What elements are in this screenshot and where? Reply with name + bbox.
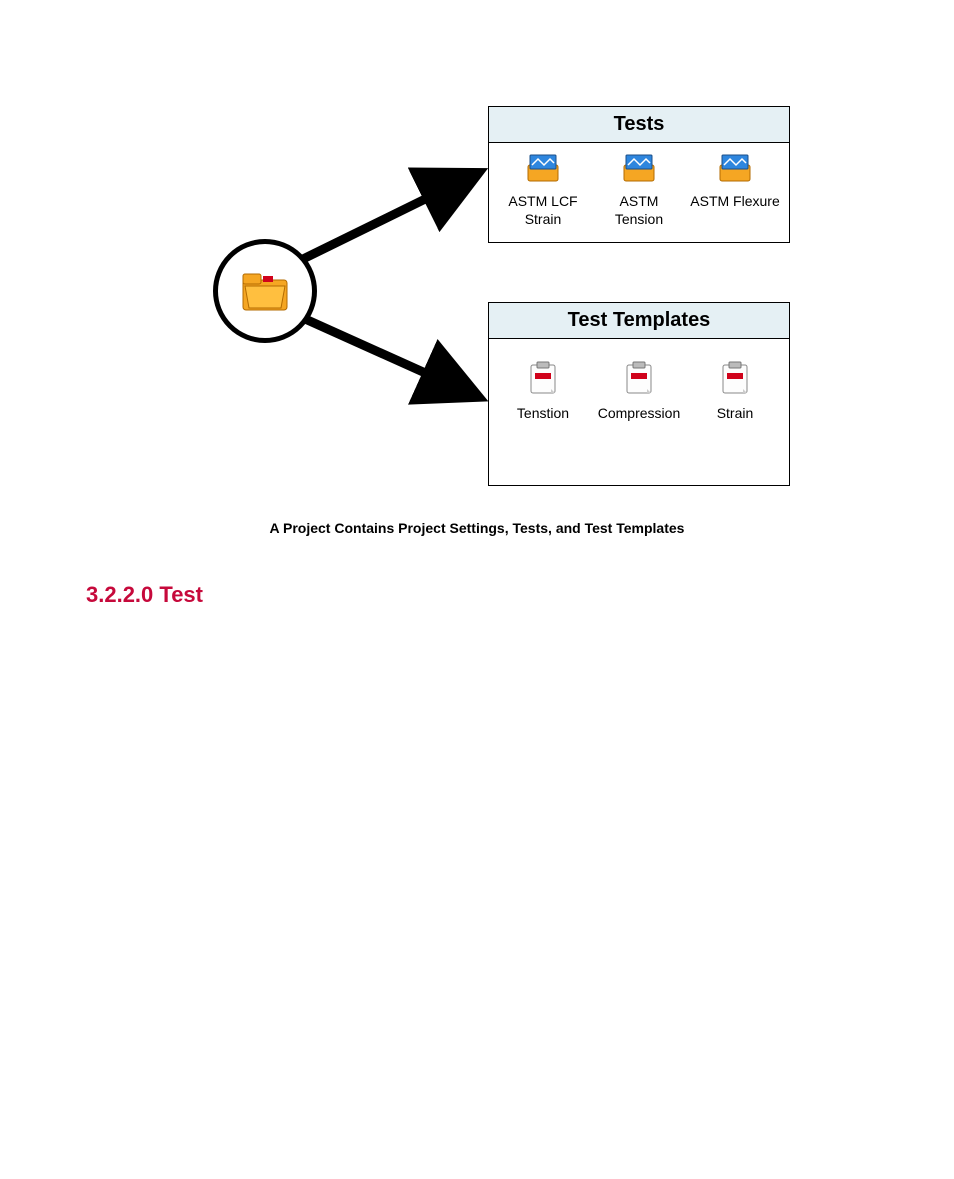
template-item-label: Compression: [598, 405, 680, 423]
template-item: Tenstion: [498, 361, 588, 423]
clipboard-icon: [625, 361, 653, 395]
test-item-label: ASTM LCF Strain: [498, 193, 588, 228]
test-templates-panel: Test Templates Tenstion: [488, 302, 790, 486]
folder-icon: [241, 270, 289, 312]
project-diagram: Tests ASTM LCF Strain: [0, 0, 954, 500]
clipboard-icon: [721, 361, 749, 395]
project-folder-node: [213, 239, 317, 343]
template-item-label: Strain: [717, 405, 754, 423]
section-heading: 3.2.2.0 Test: [86, 582, 203, 608]
template-item: Compression: [594, 361, 684, 423]
tests-panel-title: Tests: [489, 107, 789, 143]
diagram-caption: A Project Contains Project Settings, Tes…: [0, 520, 954, 536]
test-file-icon: [526, 153, 560, 183]
tests-panel-body: ASTM LCF Strain ASTM Tension: [489, 143, 789, 242]
test-item: ASTM LCF Strain: [498, 153, 588, 228]
test-item-label: ASTM Tension: [594, 193, 684, 228]
test-item: ASTM Flexure: [690, 153, 780, 211]
test-file-icon: [622, 153, 656, 183]
template-item-label: Tenstion: [517, 405, 569, 423]
test-item-label: ASTM Flexure: [690, 193, 779, 211]
template-item: Strain: [690, 361, 780, 423]
clipboard-icon: [529, 361, 557, 395]
arrows-layer: [0, 0, 954, 500]
test-templates-panel-body: Tenstion Compression: [489, 339, 789, 437]
test-file-icon: [718, 153, 752, 183]
test-templates-panel-title: Test Templates: [489, 303, 789, 339]
tests-panel: Tests ASTM LCF Strain: [488, 106, 790, 243]
test-item: ASTM Tension: [594, 153, 684, 228]
